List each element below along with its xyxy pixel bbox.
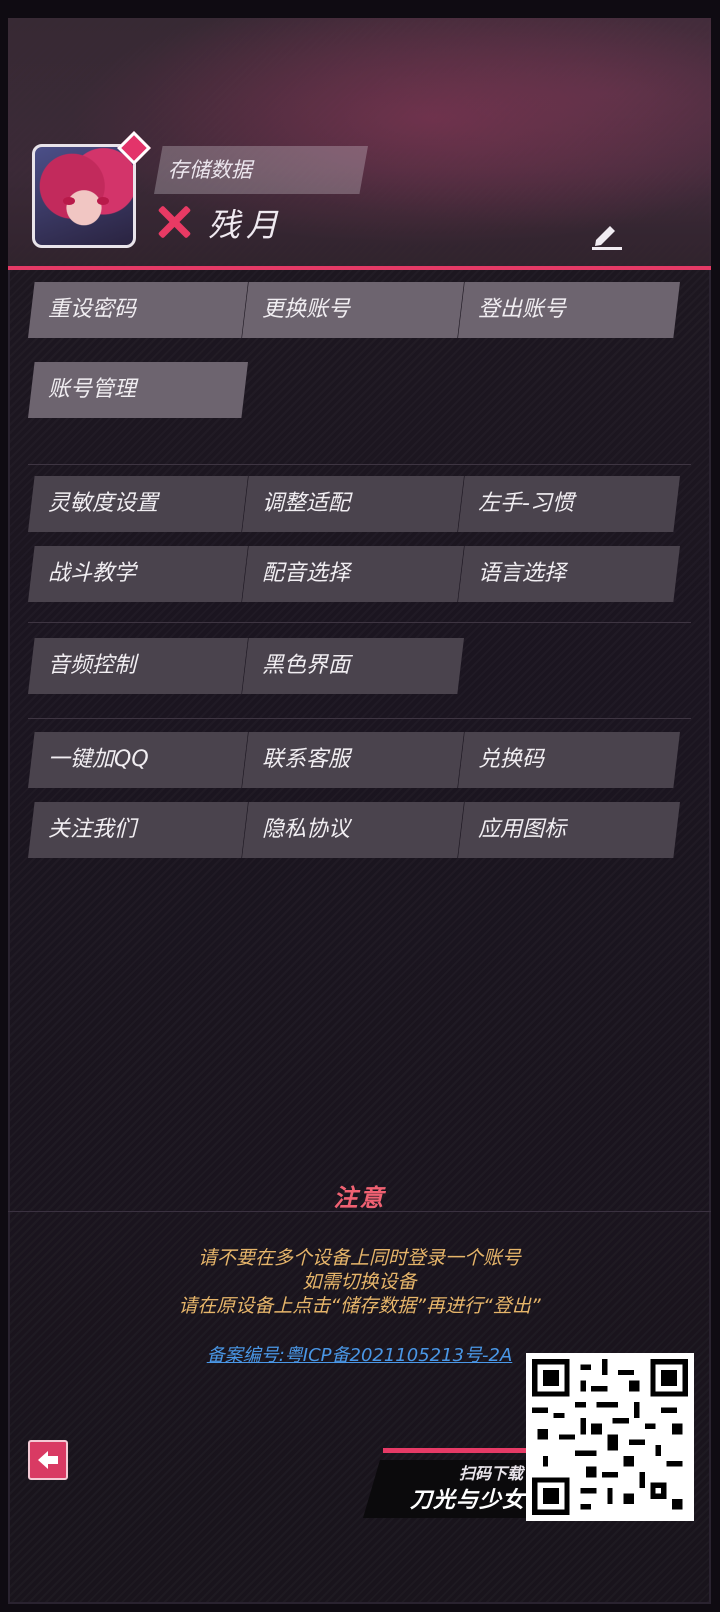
back-button[interactable] <box>28 1440 68 1480</box>
qr-code <box>526 1353 694 1521</box>
switch-account-button[interactable]: 更换账号 <box>242 282 464 338</box>
header-accent-line <box>8 266 711 270</box>
divider <box>28 622 691 623</box>
language-selection-button[interactable]: 语言选择 <box>458 546 680 602</box>
left-hand-mode-button[interactable]: 左手-习惯 <box>458 476 680 532</box>
notice-divider <box>8 1211 711 1212</box>
voice-selection-button[interactable]: 配音选择 <box>242 546 464 602</box>
logout-button[interactable]: 登出账号 <box>458 282 680 338</box>
avatar[interactable] <box>32 144 136 248</box>
redeem-code-button[interactable]: 兑换码 <box>458 732 680 788</box>
scan-download-label: 扫码下载 <box>458 1464 523 1483</box>
follow-us-button[interactable]: 关注我们 <box>28 802 248 858</box>
contact-support-button[interactable]: 联系客服 <box>242 732 464 788</box>
divider <box>28 718 691 719</box>
download-promo: 扫码下载 刀光与少女 <box>363 1448 533 1518</box>
notice-title: 注意 <box>333 1184 386 1212</box>
save-data-button[interactable]: 存储数据 <box>154 146 368 194</box>
qr-code-pattern <box>532 1359 688 1515</box>
avatar-eyes <box>63 197 109 207</box>
promo-accent-bar <box>383 1448 533 1453</box>
notice-line: 请在原设备上点击“储存数据”再进行“登出” <box>178 1295 541 1317</box>
account-management-button[interactable]: 账号管理 <box>28 362 248 418</box>
back-arrow-icon <box>38 1451 58 1469</box>
app-icon-button[interactable]: 应用图标 <box>458 802 680 858</box>
notice-line: 如需切换设备 <box>302 1271 417 1293</box>
edit-icon[interactable] <box>590 216 624 250</box>
privacy-policy-button[interactable]: 隐私协议 <box>242 802 464 858</box>
join-qq-button[interactable]: 一键加QQ <box>28 732 248 788</box>
audio-control-button[interactable]: 音频控制 <box>28 638 248 694</box>
adjust-layout-button[interactable]: 调整适配 <box>242 476 464 532</box>
player-name: 残月 <box>208 206 285 244</box>
x-mark-icon <box>156 204 192 240</box>
reset-password-button[interactable]: 重设密码 <box>28 282 248 338</box>
game-logo: 刀光与少女 <box>409 1488 525 1513</box>
combat-tutorial-button[interactable]: 战斗教学 <box>28 546 248 602</box>
notice-line: 请不要在多个设备上同时登录一个账号 <box>197 1247 521 1269</box>
dark-interface-button[interactable]: 黑色界面 <box>242 638 464 694</box>
divider <box>28 464 691 465</box>
sensitivity-settings-button[interactable]: 灵敏度设置 <box>28 476 248 532</box>
settings-panel: 存储数据 残月 重设密码 更换账号 登出账号 账号管理 灵敏度设置 调整适配 左… <box>8 18 711 1604</box>
